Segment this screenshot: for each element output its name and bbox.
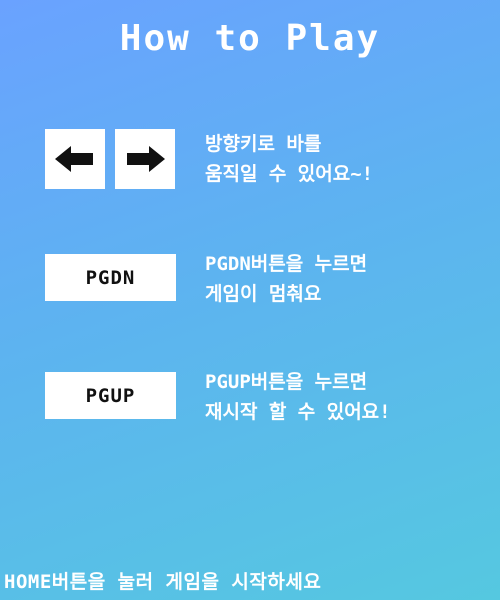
pgdn-key[interactable]: PGDN — [45, 254, 176, 301]
left-arrow-icon — [55, 146, 93, 172]
pgdn-instruction: PGDN PGDN버튼을 누르면 게임이 멈춰요 — [0, 253, 500, 316]
arrow-desc-line1: 방향키로 바를 — [205, 133, 322, 155]
pgup-key[interactable]: PGUP — [45, 372, 176, 419]
left-arrow-key[interactable] — [45, 129, 105, 189]
arrow-keys-instruction: 방향키로 바를 움직일 수 있어요~! — [0, 129, 500, 191]
pgdn-desc-line1: PGDN버튼을 누르면 — [205, 253, 368, 275]
right-arrow-icon — [127, 146, 165, 172]
pgup-instruction: PGUP PGUP버튼을 누르면 재시작 할 수 있어요! — [0, 371, 500, 434]
pgup-desc-line1: PGUP버튼을 누르면 — [205, 371, 368, 393]
arrow-keys-description: 방향키로 바를 움직일 수 있어요~! — [205, 129, 373, 189]
arrow-desc-line2: 움직일 수 있어요~! — [205, 163, 374, 185]
right-arrow-key[interactable] — [115, 129, 175, 189]
pgup-description: PGUP버튼을 누르면 재시작 할 수 있어요! — [205, 367, 391, 427]
page-title: How to Play — [119, 18, 381, 59]
start-instruction: HOME버튼을 눌러 게임을 시작하세요 — [4, 571, 322, 593]
pgdn-desc-line2: 게임이 멈춰요 — [205, 283, 322, 305]
pgup-desc-line2: 재시작 할 수 있어요! — [205, 401, 391, 423]
pgdn-description: PGDN버튼을 누르면 게임이 멈춰요 — [205, 249, 367, 309]
